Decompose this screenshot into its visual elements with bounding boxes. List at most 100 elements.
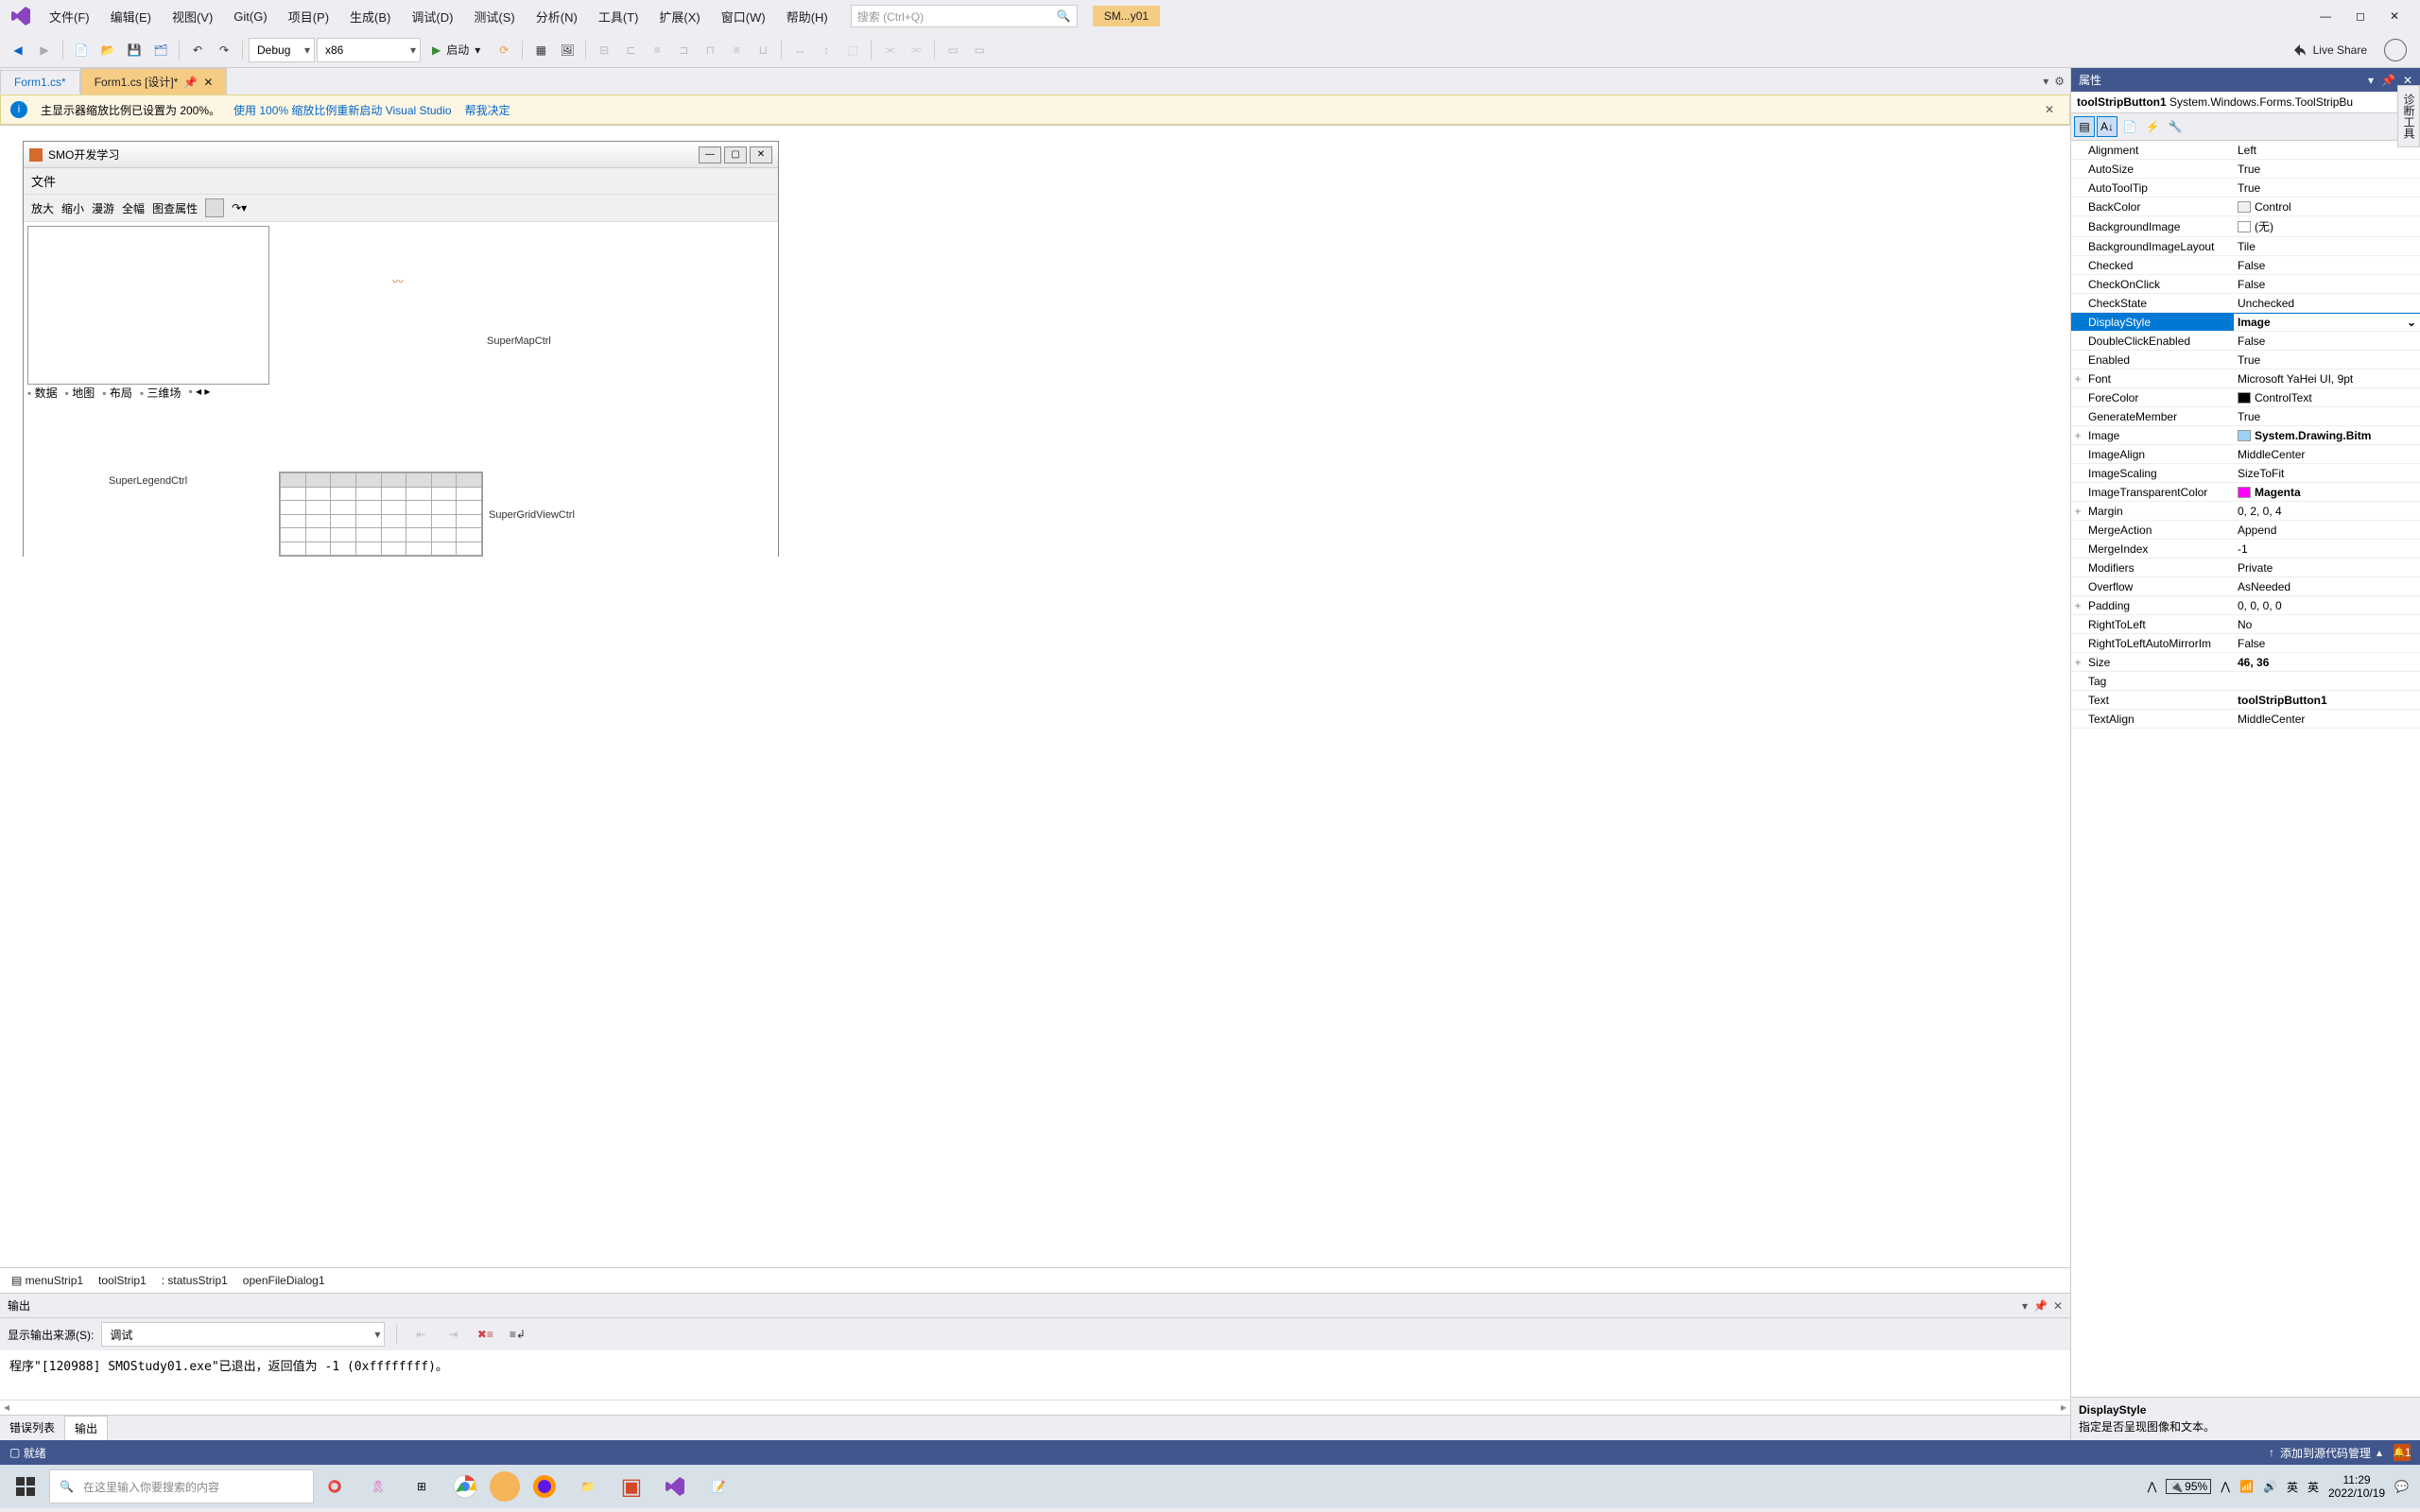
output-close-icon[interactable]: ✕ [2053, 1299, 2063, 1313]
prop-value[interactable]: Tile [2234, 238, 2420, 255]
prop-TextAlign[interactable]: TextAlignMiddleCenter [2071, 710, 2420, 729]
prop-Alignment[interactable]: AlignmentLeft [2071, 141, 2420, 160]
prop-Size[interactable]: +Size46, 36 [2071, 653, 2420, 672]
menu-view[interactable]: 视图(V) [163, 2, 222, 31]
help-decide-link[interactable]: 帮我决定 [465, 102, 510, 118]
taskbar-app-1[interactable] [490, 1471, 520, 1502]
battery-indicator[interactable]: 🔌95% [2166, 1479, 2211, 1494]
prop-ImageTransparentColor[interactable]: ImageTransparentColorMagenta [2071, 483, 2420, 502]
prop-value[interactable]: Private [2234, 559, 2420, 576]
prop-Margin[interactable]: +Margin0, 2, 0, 4 [2071, 502, 2420, 521]
prop-Padding[interactable]: +Padding0, 0, 0, 0 [2071, 596, 2420, 615]
output-dropdown-icon[interactable]: ▾ [2022, 1299, 2028, 1313]
expand-icon[interactable]: + [2071, 372, 2084, 386]
tool-icon-1[interactable]: ▦ [528, 38, 553, 62]
alphabetical-icon[interactable]: A↓ [2097, 116, 2118, 137]
menu-git[interactable]: Git(G) [224, 4, 276, 29]
ime-indicator-1[interactable]: 英 [2287, 1479, 2298, 1495]
output-wrap-icon[interactable]: ≡↲ [505, 1322, 529, 1347]
tray-statusstrip[interactable]: : statusStrip1 [162, 1274, 228, 1287]
hot-reload-icon[interactable]: ⟳ [492, 38, 516, 62]
space-icon-2[interactable]: ⫗ [904, 38, 928, 62]
menu-debug[interactable]: 调试(D) [402, 2, 462, 31]
prop-value[interactable]: AsNeeded [2234, 578, 2420, 595]
prop-value[interactable]: False [2234, 257, 2420, 274]
properties-grid[interactable]: AlignmentLeftAutoSizeTrueAutoToolTipTrue… [2071, 141, 2420, 1397]
menu-tools[interactable]: 工具(T) [589, 2, 648, 31]
prop-value[interactable]: Image⌄ [2234, 314, 2420, 331]
prop-CheckState[interactable]: CheckStateUnchecked [2071, 294, 2420, 313]
close-icon[interactable]: ✕ [2390, 9, 2399, 23]
hscroll-left-icon[interactable]: ◂ [4, 1400, 9, 1415]
prop-value[interactable]: Left [2234, 142, 2420, 159]
align-left-icon[interactable]: ⊏ [618, 38, 643, 62]
workspace-panel[interactable] [27, 226, 269, 385]
forward-button[interactable]: ▶ [32, 38, 57, 62]
ime-indicator-2[interactable]: 英 [2308, 1479, 2319, 1495]
new-button[interactable]: 📄 [69, 38, 94, 62]
form-tab-3d[interactable]: 三维场 [140, 385, 182, 401]
form-tab-scroll[interactable]: ◂ ▸ [188, 385, 210, 401]
prop-GenerateMember[interactable]: GenerateMemberTrue [2071, 407, 2420, 426]
prop-ImageScaling[interactable]: ImageScalingSizeToFit [2071, 464, 2420, 483]
prop-ImageAlign[interactable]: ImageAlignMiddleCenter [2071, 445, 2420, 464]
form-menustrip[interactable]: 文件 [24, 168, 778, 195]
menu-edit[interactable]: 编辑(E) [101, 2, 161, 31]
redo-button[interactable]: ↷ [212, 38, 236, 62]
output-clear-icon[interactable]: ✖≡ [473, 1322, 497, 1347]
output-pin-icon[interactable]: 📌 [2033, 1299, 2048, 1313]
tabs-gear-icon[interactable]: ⚙ [2054, 75, 2065, 88]
tray-toolstrip[interactable]: toolStrip1 [98, 1274, 147, 1287]
menu-test[interactable]: 测试(S) [464, 2, 524, 31]
prop-Modifiers[interactable]: ModifiersPrivate [2071, 558, 2420, 577]
prop-value[interactable]: False [2234, 276, 2420, 293]
tool-identify[interactable]: 图查属性 [152, 200, 198, 216]
form-tab-data[interactable]: 数据 [27, 385, 58, 401]
prop-value[interactable]: System.Drawing.Bitm [2234, 427, 2420, 444]
output-indent-left-icon[interactable]: ⇤ [408, 1322, 433, 1347]
prop-value[interactable]: True [2234, 161, 2420, 178]
align-top-icon[interactable]: ⊓ [698, 38, 722, 62]
tool-full[interactable]: 全幅 [122, 200, 145, 216]
tray-openfiledialog[interactable]: openFileDialog1 [243, 1274, 325, 1287]
designer-surface[interactable]: SMO开发学习 — ▢ ✕ 文件 放大 缩小 漫游 全幅 图查属性 ↷▾ [0, 125, 2070, 1267]
form-window[interactable]: SMO开发学习 — ▢ ✕ 文件 放大 缩小 漫游 全幅 图查属性 ↷▾ [23, 141, 779, 557]
align-mid-icon[interactable]: ≡ [724, 38, 749, 62]
align-center-icon[interactable]: ≡ [645, 38, 669, 62]
props-dropdown-icon[interactable]: ▾ [2368, 74, 2374, 87]
clock[interactable]: 11:29 2022/10/19 [2328, 1473, 2385, 1501]
prop-value[interactable]: SizeToFit [2234, 465, 2420, 482]
size-icon-3[interactable]: ⬚ [840, 38, 865, 62]
prop-DoubleClickEnabled[interactable]: DoubleClickEnabledFalse [2071, 332, 2420, 351]
output-indent-right-icon[interactable]: ⇥ [441, 1322, 465, 1347]
tab-error-list[interactable]: 错误列表 [0, 1416, 64, 1440]
prop-value[interactable]: Append [2234, 522, 2420, 539]
size-icon-2[interactable]: ↕ [814, 38, 838, 62]
prop-pages-icon[interactable]: 🔧 [2165, 116, 2186, 137]
prop-ForeColor[interactable]: ForeColorControlText [2071, 388, 2420, 407]
open-button[interactable]: 📂 [95, 38, 120, 62]
dropdown-icon[interactable]: ⌄ [2407, 316, 2416, 329]
prop-AutoToolTip[interactable]: AutoToolTipTrue [2071, 179, 2420, 198]
menu-analyze[interactable]: 分析(N) [527, 2, 587, 31]
properties-object-combo[interactable]: toolStripButton1 System.Windows.Forms.To… [2071, 92, 2420, 113]
tab-form1-design[interactable]: Form1.cs [设计]*📌✕ [80, 68, 228, 94]
save-button[interactable]: 💾 [122, 38, 147, 62]
space-icon-1[interactable]: ⫘ [877, 38, 902, 62]
menu-file[interactable]: 文件(F) [40, 2, 99, 31]
expand-icon[interactable]: + [2071, 505, 2084, 518]
hscroll-right-icon[interactable]: ▸ [2061, 1400, 2066, 1415]
prop-value[interactable]: MiddleCenter [2234, 711, 2420, 728]
order-icon-2[interactable]: ▭ [967, 38, 992, 62]
expand-icon[interactable]: + [2071, 656, 2084, 669]
prop-MergeAction[interactable]: MergeActionAppend [2071, 521, 2420, 540]
prop-BackgroundImageLayout[interactable]: BackgroundImageLayoutTile [2071, 237, 2420, 256]
tool-zoomout[interactable]: 缩小 [61, 200, 84, 216]
prop-Tag[interactable]: Tag [2071, 672, 2420, 691]
form-minimize-icon[interactable]: — [699, 146, 721, 163]
tool-zoomin[interactable]: 放大 [31, 200, 54, 216]
align-right-icon[interactable]: ⊐ [671, 38, 696, 62]
volume-icon[interactable]: 🔊 [2263, 1480, 2277, 1493]
tabs-dropdown-icon[interactable]: ▾ [2043, 75, 2048, 88]
form-close-icon[interactable]: ✕ [750, 146, 772, 163]
